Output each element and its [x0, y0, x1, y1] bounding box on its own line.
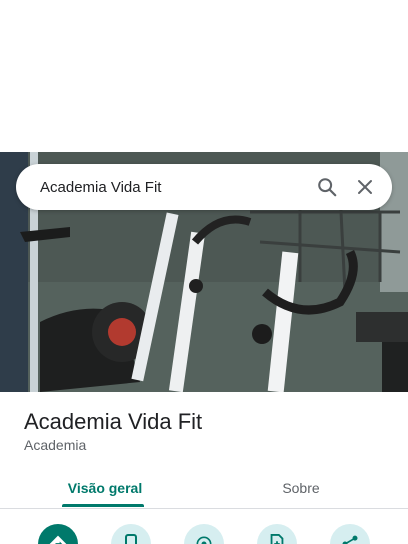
action-buttons-row — [0, 520, 408, 544]
close-icon[interactable] — [352, 174, 378, 200]
place-category: Academia — [24, 437, 87, 453]
directions-icon — [49, 535, 67, 544]
search-bar[interactable]: Academia Vida Fit — [16, 164, 392, 210]
call-button[interactable] — [111, 524, 151, 544]
search-query[interactable]: Academia Vida Fit — [40, 179, 302, 196]
active-tab-indicator — [62, 504, 144, 507]
share-button[interactable] — [330, 524, 370, 544]
save-button[interactable] — [257, 524, 297, 544]
tab-bar: Visão geral Sobre — [0, 468, 408, 509]
location-icon — [196, 536, 212, 544]
tab-overview[interactable]: Visão geral — [32, 468, 178, 508]
search-icon[interactable] — [314, 174, 340, 200]
nearby-button[interactable] — [184, 524, 224, 544]
place-title: Academia Vida Fit — [24, 409, 203, 434]
directions-button[interactable] — [38, 524, 78, 544]
share-icon — [342, 535, 358, 544]
save-icon — [270, 534, 284, 544]
tab-about[interactable]: Sobre — [228, 468, 374, 508]
phone-icon — [125, 534, 137, 544]
